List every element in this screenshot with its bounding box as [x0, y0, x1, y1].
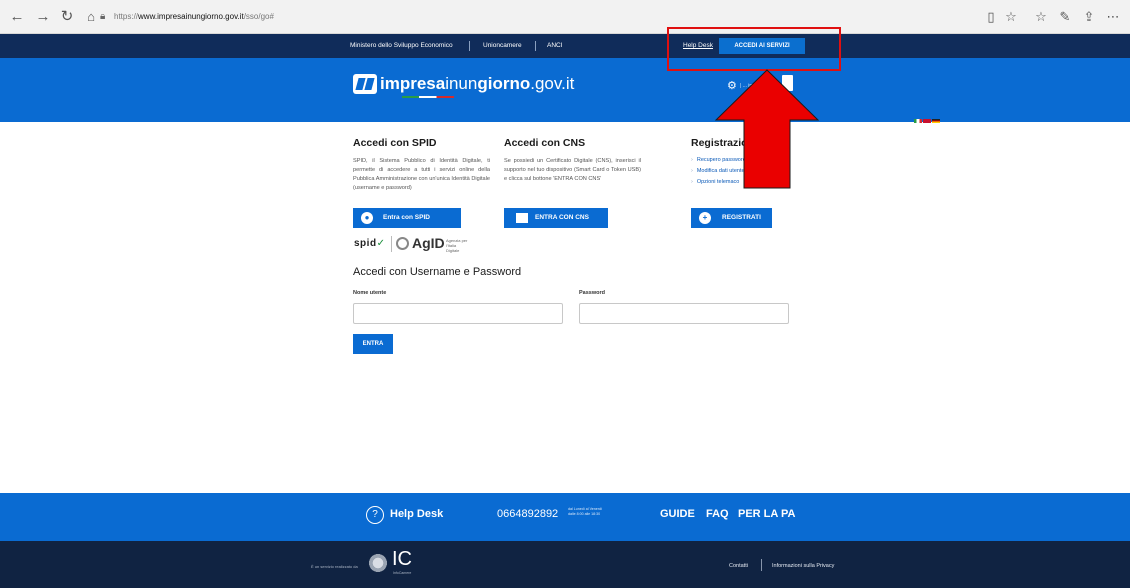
url-path: /sso/go#	[243, 12, 274, 21]
registrati-button[interactable]: + REGISTRATI	[691, 208, 772, 228]
cns-title: Accedi con CNS	[504, 137, 586, 149]
help-question-icon[interactable]: ?	[366, 506, 384, 524]
notes-pen-icon[interactable]: ✎	[1056, 8, 1074, 26]
chevron-right-icon: ›	[691, 157, 693, 163]
url-host: www.impresainungiorno.gov.it	[138, 12, 244, 21]
nav-separator	[469, 41, 470, 51]
share-icon[interactable]: ⇪	[1080, 8, 1098, 26]
footer-link-faq[interactable]: FAQ	[706, 508, 729, 520]
card-icon	[516, 213, 528, 223]
nav-separator	[535, 41, 536, 51]
home-icon[interactable]: ⌂	[82, 8, 100, 26]
logo-part: inun	[445, 74, 478, 93]
cns-description: Se possiedi un Certificato Digitale (CNS…	[504, 158, 641, 182]
nav-link-mise[interactable]: Ministero dello Sviluppo Economico	[350, 34, 453, 58]
url-prefix: https://	[114, 12, 139, 21]
agid-emblem-icon	[396, 237, 409, 250]
footer-bottom-band	[0, 541, 1130, 588]
service-note: È un servizio realizzato da	[311, 564, 358, 569]
page: ← → ↻ ⌂ 🔒︎ https://www.impresainungiorno…	[0, 0, 1130, 588]
button-label: Entra con SPID	[383, 214, 430, 221]
footer-link-contatti[interactable]: Contatti	[729, 563, 748, 569]
site-top-nav: Ministero dello Sviluppo Economico Union…	[0, 34, 1130, 58]
chevron-right-icon: ›	[691, 179, 693, 185]
lock-icon: 🔒︎	[100, 11, 106, 22]
phone-hours-line: dalle 8:00 alle 18:30	[568, 511, 601, 516]
site-header: impresainungiorno.gov.it ⚙ | ... impresa	[0, 58, 1130, 122]
language-flags	[914, 110, 942, 123]
help-desk-link[interactable]: Help Desk	[683, 34, 713, 58]
nav-link-unioncamere[interactable]: Unioncamere	[483, 34, 522, 58]
button-label: REGISTRATI	[722, 214, 761, 221]
check-icon: ✓	[376, 238, 386, 249]
entra-con-spid-button[interactable]: ● Entra con SPID	[353, 208, 461, 228]
red-arrow-icon	[714, 69, 820, 189]
username-label: Nome utente	[353, 290, 387, 296]
login-section-title: Accedi con Username e Password	[353, 266, 522, 278]
reading-view-icon[interactable]: ▯	[982, 8, 1000, 26]
nav-link-anci[interactable]: ANCI	[547, 34, 563, 58]
address-bar[interactable]: https://www.impresainungiorno.gov.it/sso…	[114, 9, 634, 25]
site-logo-text[interactable]: impresainungiorno.gov.it	[380, 72, 574, 96]
phone-hours: dal Lunedì al Venerdì dalle 8:00 alle 18:…	[568, 507, 602, 516]
agid-logo: AgID	[412, 235, 445, 251]
logo-part: giorno	[477, 74, 531, 93]
spid-title: Accedi con SPID	[353, 137, 437, 149]
browser-toolbar: ← → ↻ ⌂ 🔒︎ https://www.impresainungiorno…	[0, 0, 1130, 34]
accedi-ai-servizi-button[interactable]: ACCEDI AI SERVIZI	[719, 38, 805, 54]
spid-logo: spid✓	[354, 238, 385, 249]
button-label: ENTRA CON CNS	[535, 214, 589, 221]
italian-flag-icon[interactable]	[914, 119, 922, 123]
agid-subtitle: Agenzia per l'Italia Digitale	[446, 238, 468, 253]
username-input[interactable]	[353, 303, 563, 324]
infocamere-emblem-icon	[368, 552, 388, 574]
add-user-icon: +	[699, 212, 711, 224]
forward-icon[interactable]: →	[34, 8, 52, 26]
entra-submit-button[interactable]: ENTRA	[353, 334, 393, 354]
logo-part: impresa	[380, 74, 446, 93]
password-input[interactable]	[579, 303, 789, 324]
footer-help-band	[0, 493, 1130, 541]
english-flag-icon[interactable]	[923, 119, 931, 123]
infocamere-subtitle: InfoCamere	[393, 571, 412, 575]
entra-con-cns-button[interactable]: ENTRA CON CNS	[504, 208, 608, 228]
helpdesk-phone: 0664892892	[497, 508, 559, 520]
german-flag-icon[interactable]	[932, 119, 940, 123]
footer-link-privacy[interactable]: Informazioni sulla Privacy	[772, 563, 834, 569]
user-icon: ●	[361, 212, 373, 224]
favorite-star-icon[interactable]: ☆	[1002, 8, 1020, 26]
spid-description: SPID, il Sistema Pubblico di Identità Di…	[353, 158, 490, 191]
footer-separator	[761, 559, 762, 571]
more-menu-icon[interactable]: ⋯	[1104, 8, 1122, 26]
logo-separator	[391, 236, 392, 252]
chevron-right-icon: ›	[691, 168, 693, 174]
refresh-icon[interactable]: ↻	[58, 8, 76, 26]
favorites-list-icon[interactable]: ☆	[1032, 8, 1050, 26]
password-label: Password	[579, 290, 605, 296]
footer-link-per-la-pa[interactable]: PER LA PA	[738, 508, 795, 520]
back-icon[interactable]: ←	[8, 8, 26, 26]
site-logo-icon[interactable]	[353, 74, 377, 94]
footer-link-guide[interactable]: GUIDE	[660, 508, 695, 520]
footer-help-desk-link[interactable]: Help Desk	[390, 508, 443, 520]
spid-logo-text: spid	[354, 238, 377, 249]
italian-flag-stripe	[402, 96, 454, 98]
phone-hours-line: dal Lunedì al Venerdì	[568, 507, 602, 511]
logo-part: .gov.it	[530, 74, 575, 93]
infocamere-logo[interactable]: IC	[392, 548, 412, 570]
